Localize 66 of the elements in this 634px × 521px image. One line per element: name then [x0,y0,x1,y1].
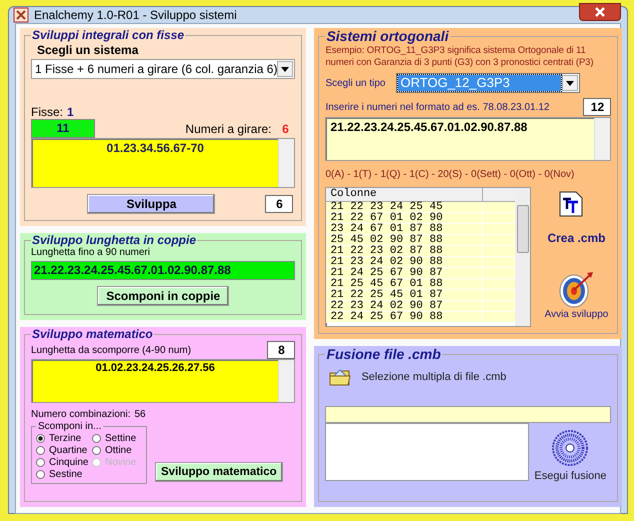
scrollbar[interactable] [515,188,530,326]
combination-count: 56 [134,409,146,420]
table-cell: 21 22 67 01 02 90 [326,213,484,223]
window-title: Enalchemy 1.0-R01 - Sviluppo sistemi [34,8,237,22]
section-title: Sviluppo matematico [31,327,154,341]
field-label: Fisse: [31,105,64,119]
field-label: Numeri a girare: [185,122,272,136]
table-cell: 21 25 45 67 01 88 [326,279,484,289]
number-count-field[interactable]: 12 [583,98,612,116]
column-header: Colonne [326,188,484,201]
table-cell: 21 24 25 67 90 87 [326,268,484,278]
table-cell: 21 22 23 24 25 45 [326,202,484,212]
spiral-icon[interactable] [551,429,590,467]
field-label: Lunghetta fino a 90 numeri [31,247,151,258]
column-count-field[interactable]: 6 [265,195,294,213]
table-cell: 25 45 02 90 87 88 [326,235,484,245]
example-text: Esempio: ORTOG_11_G3P3 significa sistema Ortogonale di 11 numeri con Garanzia di 3 punti (G3) con 3 pronostici centrati (P3) [325,45,594,69]
radio-option[interactable]: Ottine [92,444,142,456]
math-develop-button[interactable]: Sviluppo matematico [155,462,283,482]
field-label: Scegli un tipo [325,78,386,88]
table-cell: 21 23 24 02 90 88 [326,257,484,267]
radio-option[interactable]: Terzine [36,432,92,444]
dropdown-arrow-icon [566,80,574,86]
radio-option[interactable]: Sestine [36,468,92,480]
radio-option[interactable]: Cinquine [36,456,92,468]
split-pairs-button[interactable]: Scomponi in coppie [97,286,230,306]
radio-option[interactable]: Quartine [36,444,92,456]
fixed-count: 1 [67,105,74,119]
section-title: Sistemi ortogonali [325,28,450,44]
turn-count: 6 [281,122,290,136]
length-count-field[interactable]: 8 [267,341,296,359]
field-label: Scegli un sistema [37,43,140,57]
section-title: Sviluppi integrali con fisse [31,28,186,42]
run-merge-label[interactable]: Esegui fusione [534,470,607,482]
close-icon [594,6,606,18]
sequence-field[interactable]: 21.22.23.24.25.45.67.01.02.90.87.88 [31,261,296,280]
file-list[interactable] [325,423,530,481]
file-path-field[interactable] [325,406,612,423]
app-icon [13,7,29,23]
section-title: Sviluppo lunghetta in coppie [31,233,197,247]
multi-select-label[interactable]: Selezione multipla di file .cmb [361,371,506,383]
dropdown-arrow-icon [281,66,290,72]
field-label: Numero combinazioni: [31,409,130,420]
table-cell: 22 23 24 02 90 87 [326,301,484,311]
start-development-link[interactable]: Avvia sviluppo [544,309,608,320]
summary-text: 0(A) - 1(T) - 1(Q) - 1(C) - 20(S) - 0(Sett) - 0(Ott) - 0(Nov) [325,169,576,180]
font-document-icon[interactable] [559,191,584,217]
develop-button[interactable]: Sviluppa [87,194,216,214]
fixed-number-field[interactable]: 11 [31,119,95,138]
system-dropdown[interactable]: 1 Fisse + 6 numeri a girare (6 col. garanzia 6) [31,59,296,79]
field-label: Inserire i numeri nel formato ad es. 78.08.23.01.12 [325,102,550,112]
table-cell: 22 24 25 67 90 88 [326,312,484,322]
numbers-field[interactable]: 01.02.23.24.25.26.27.56 [31,359,296,403]
table-cell: 21 22 23 02 87 88 [326,246,484,256]
target-icon[interactable] [558,271,594,309]
table-cell: 21 22 25 45 01 87 [326,290,484,300]
table-cell: 23 24 67 01 87 88 [326,224,484,234]
field-label: Lunghetta da scomporre (4-90 num) [31,344,192,356]
radio-option[interactable]: Settine [92,432,142,444]
numbers-field[interactable]: 01.23.34.56.67-70 [31,138,296,188]
section-title: Fusione file .cmb [325,346,442,362]
group-title: Scomponi in... [37,421,102,432]
folder-icon[interactable] [329,368,352,386]
numbers-field[interactable]: 21.22.23.24.25.45.67.01.02.90.87.88 [325,117,612,161]
close-button[interactable] [579,3,621,21]
create-cmb-link[interactable]: Crea .cmb [547,231,606,245]
